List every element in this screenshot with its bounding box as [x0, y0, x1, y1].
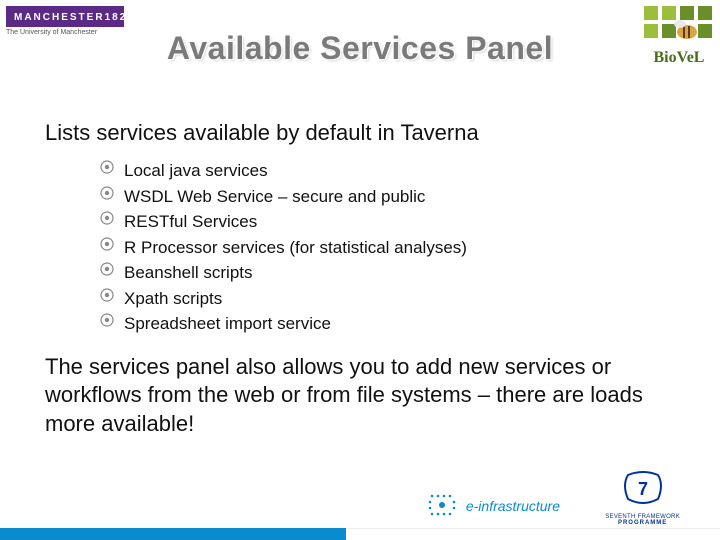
list-item: Xpath scripts: [100, 286, 675, 312]
slide-title: Available Services Panel: [0, 30, 720, 67]
bullet-icon: [100, 186, 114, 200]
bullet-list: Local java services WSDL Web Service – s…: [100, 158, 675, 337]
list-item: RESTful Services: [100, 209, 675, 235]
fp7-line2: PROGRAMME: [605, 520, 680, 526]
list-item-label: Beanshell scripts: [124, 260, 253, 286]
list-item-label: RESTful Services: [124, 209, 257, 235]
outro-text: The services panel also allows you to ad…: [45, 353, 675, 439]
bullet-icon: [100, 237, 114, 251]
bullet-icon: [100, 211, 114, 225]
list-item: Local java services: [100, 158, 675, 184]
einfra-icon: [426, 492, 460, 520]
list-item: Beanshell scripts: [100, 260, 675, 286]
einfrastructure-logo: e-infrastructure: [426, 492, 560, 520]
list-item: Spreadsheet import service: [100, 311, 675, 337]
svg-text:7: 7: [638, 479, 648, 499]
bullet-icon: [100, 160, 114, 174]
lead-text: Lists services available by default in T…: [45, 120, 675, 146]
manchester-name: MANCHESTER: [14, 12, 105, 23]
slide-content: Lists services available by default in T…: [45, 120, 675, 438]
fp7-logo: 7 SEVENTH FRAMEWORK PROGRAMME: [605, 471, 680, 526]
fp7-icon: 7: [618, 471, 668, 509]
footer-stripe: [0, 528, 720, 540]
einfra-label: e-infrastructure: [466, 498, 560, 514]
list-item: WSDL Web Service – secure and public: [100, 184, 675, 210]
bullet-icon: [100, 262, 114, 276]
bullet-icon: [100, 313, 114, 327]
bullet-icon: [100, 288, 114, 302]
manchester-year: 1824: [105, 12, 135, 23]
list-item-label: WSDL Web Service – secure and public: [124, 184, 425, 210]
list-item-label: Spreadsheet import service: [124, 311, 331, 337]
list-item-label: Local java services: [124, 158, 268, 184]
list-item-label: R Processor services (for statistical an…: [124, 235, 467, 261]
list-item: R Processor services (for statistical an…: [100, 235, 675, 261]
list-item-label: Xpath scripts: [124, 286, 222, 312]
